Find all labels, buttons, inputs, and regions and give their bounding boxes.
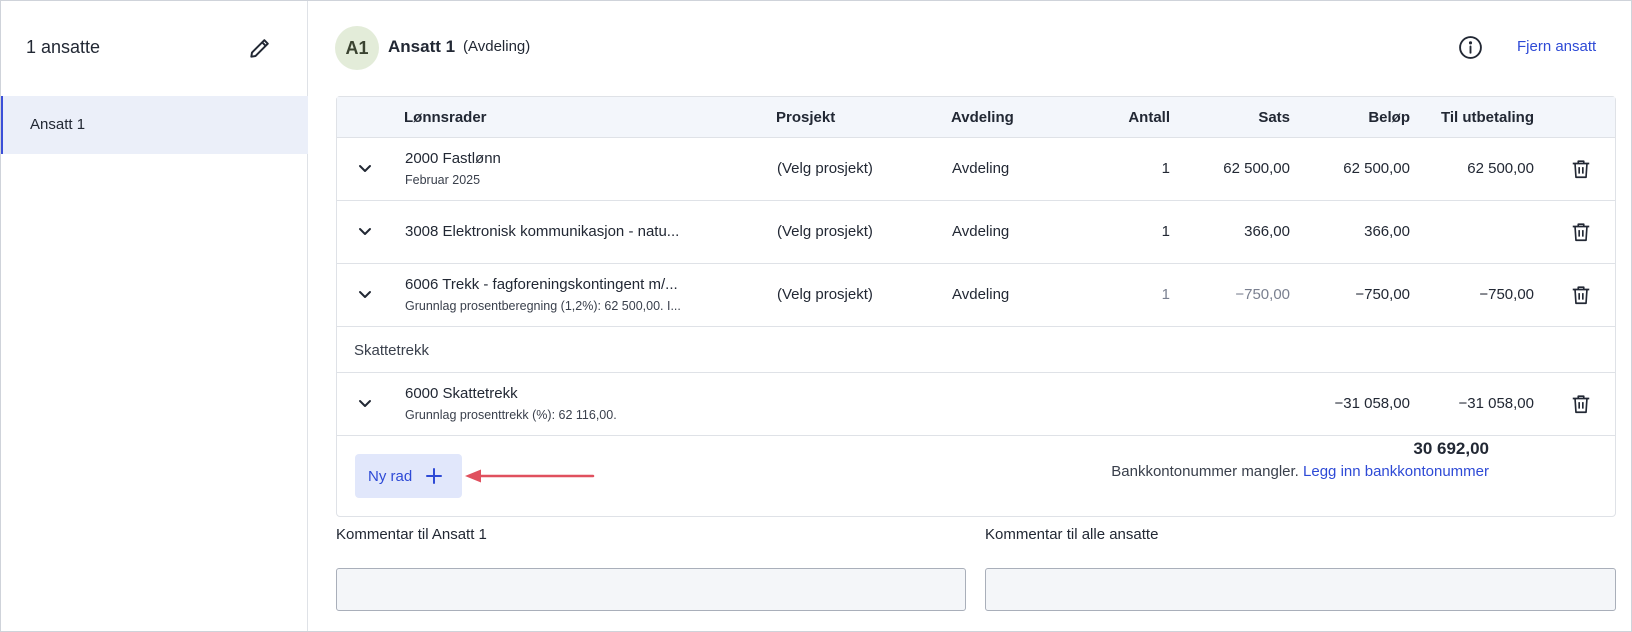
employee-comment-input[interactable] <box>336 568 966 611</box>
bank-missing-text: Bankkontonummer mangler. <box>1111 463 1299 480</box>
employee-name: Ansatt 1 <box>388 37 456 56</box>
chevron-down-icon[interactable] <box>357 395 373 411</box>
table-row: 3008 Elektronisk kommunikasjon - natu...… <box>337 201 1615 264</box>
row-title: 3008 Elektronisk kommunikasjon - natu... <box>405 223 680 240</box>
avatar: A1 <box>335 26 379 70</box>
project-select[interactable]: (Velg prosjekt) <box>777 286 873 303</box>
department-select[interactable]: Avdeling <box>952 223 1009 240</box>
quantity-value: 1 <box>1161 286 1170 303</box>
annotation-arrow <box>465 469 595 483</box>
column-header-til-utbetaling: Til utbetaling <box>1440 109 1534 126</box>
employee-comment-label: Kommentar til Ansatt 1 <box>336 526 487 543</box>
info-icon[interactable] <box>1458 35 1483 60</box>
add-bank-account-link[interactable]: Legg inn bankkontonummer <box>1303 463 1489 480</box>
trash-icon[interactable] <box>1570 284 1592 306</box>
row-title: 6006 Trekk - fagforeningskontingent m/..… <box>405 276 678 293</box>
section-header-skattetrekk: Skattetrekk <box>337 328 1615 373</box>
quantity-value[interactable]: 1 <box>1037 223 1170 240</box>
amount-value: 366,00 <box>1364 223 1410 240</box>
trash-icon[interactable] <box>1570 393 1592 415</box>
salary-table: Lønnsrader Prosjekt Avdeling Antall Sats… <box>336 96 1616 517</box>
project-select[interactable]: (Velg prosjekt) <box>777 223 873 240</box>
rate-value: −750,00 <box>1235 286 1290 303</box>
quantity-value[interactable]: 1 <box>1037 160 1170 177</box>
table-row: 6006 Trekk - fagforeningskontingent m/..… <box>337 264 1615 327</box>
department-select[interactable]: Avdeling <box>952 160 1009 177</box>
column-header-prosjekt: Prosjekt <box>776 109 836 126</box>
row-subtitle: Februar 2025 <box>405 173 481 187</box>
bank-account-notice: Bankkontonummer mangler. Legg inn bankko… <box>1092 463 1489 480</box>
column-header-sats: Sats <box>1258 109 1290 126</box>
rate-value[interactable]: 62 500,00 <box>1157 160 1290 177</box>
row-title: 2000 Fastlønn <box>405 150 501 167</box>
chevron-down-icon[interactable] <box>357 223 373 239</box>
payout-value: −750,00 <box>1479 286 1534 303</box>
rate-value[interactable]: 366,00 <box>1157 223 1290 240</box>
payout-value: 62 500,00 <box>1467 160 1534 177</box>
sidebar: 1 ansatte Ansatt 1 <box>1 1 308 631</box>
payout-value: −31 058,00 <box>1458 395 1535 412</box>
trash-icon[interactable] <box>1570 221 1592 243</box>
row-subtitle: Grunnlag prosentberegning (1,2%): 62 500… <box>405 299 681 313</box>
pencil-icon[interactable] <box>247 35 273 61</box>
project-select[interactable]: (Velg prosjekt) <box>777 160 873 177</box>
sidebar-item-label: Ansatt 1 <box>30 116 86 133</box>
column-header-antall: Antall <box>1128 109 1170 126</box>
chevron-down-icon[interactable] <box>357 286 373 302</box>
total-amount: 30 692,00 <box>1413 439 1489 458</box>
all-comment-label: Kommentar til alle ansatte <box>985 526 1159 543</box>
table-row: 2000 Fastlønn Februar 2025 (Velg prosjek… <box>337 138 1615 201</box>
section-label: Skattetrekk <box>354 342 430 359</box>
sidebar-item-ansatt-1[interactable]: Ansatt 1 <box>1 96 308 154</box>
plus-icon <box>426 468 442 484</box>
row-title: 6000 Skattetrekk <box>405 385 518 402</box>
remove-employee-link[interactable]: Fjern ansatt <box>1517 38 1596 55</box>
row-subtitle: Grunnlag prosenttrekk (%): 62 116,00. <box>405 408 617 422</box>
department-select[interactable]: Avdeling <box>952 286 1009 303</box>
all-employees-comment-input[interactable] <box>985 568 1616 611</box>
new-row-button[interactable]: Ny rad <box>355 454 462 498</box>
column-header-avdeling: Avdeling <box>951 109 1014 126</box>
sidebar-header: 1 ansatte <box>1 1 308 95</box>
table-row-tax: 6000 Skattetrekk Grunnlag prosenttrekk (… <box>337 373 1615 436</box>
trash-icon[interactable] <box>1570 158 1592 180</box>
sidebar-title: 1 ansatte <box>26 37 101 57</box>
new-row-label: Ny rad <box>368 468 413 485</box>
column-header-lonnsrader: Lønnsrader <box>404 109 487 126</box>
employee-department: (Avdeling) <box>463 38 531 55</box>
chevron-down-icon[interactable] <box>357 160 373 176</box>
table-header: Lønnsrader Prosjekt Avdeling Antall Sats… <box>337 97 1615 138</box>
